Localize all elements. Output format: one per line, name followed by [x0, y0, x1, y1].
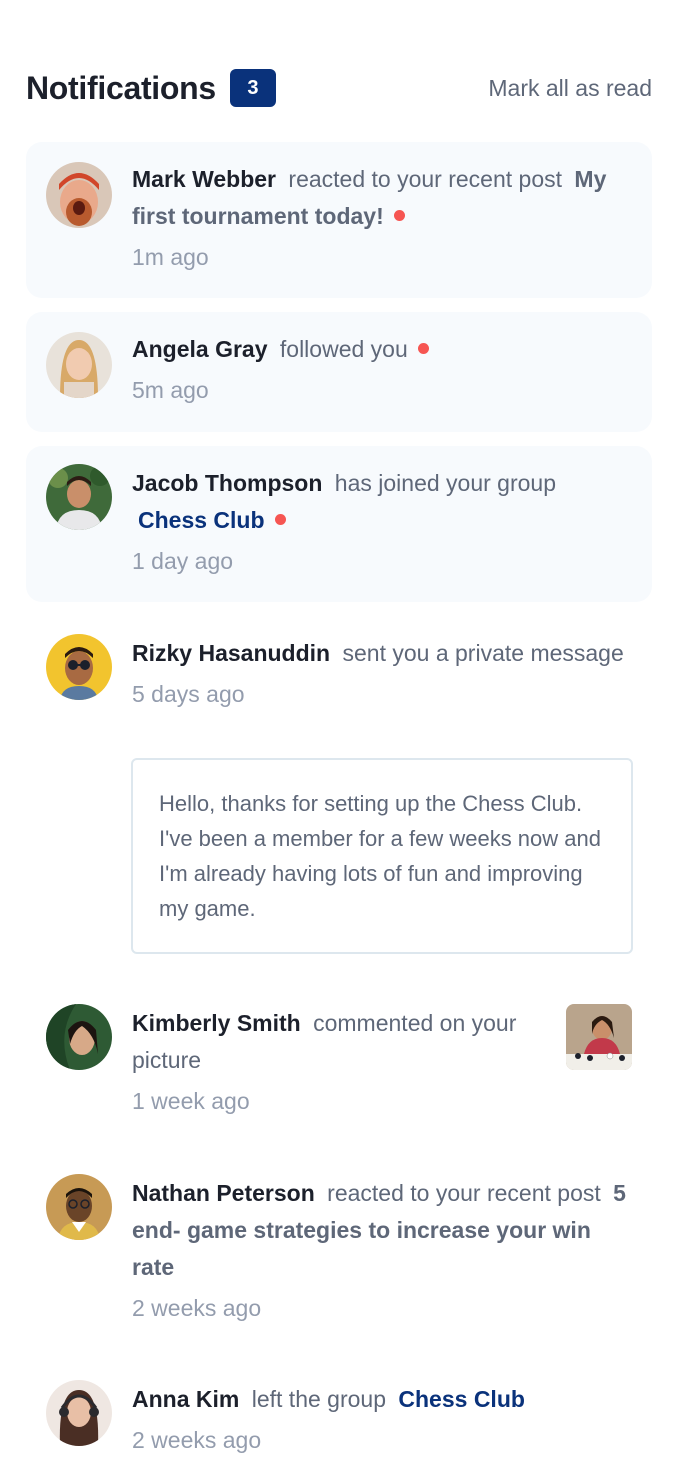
notification-item[interactable]: Kimberly Smith commented on your picture… — [26, 986, 652, 1126]
notification-text: Rizky Hasanuddin sent you a private mess… — [132, 635, 632, 672]
notification-body: Jacob Thompson has joined your group Che… — [132, 465, 632, 577]
avatar-rizky-hasanuddin[interactable] — [46, 634, 112, 700]
avatar-jacob-thompson[interactable] — [46, 464, 112, 530]
notification-time: 1 week ago — [132, 1088, 250, 1114]
private-message-preview[interactable]: Hello, thanks for setting up the Chess C… — [131, 758, 633, 954]
notification-action: followed you — [279, 336, 408, 362]
notification-item[interactable]: Jacob Thompson has joined your group Che… — [26, 446, 652, 602]
notification-body: Mark Webber reacted to your recent post … — [132, 161, 632, 273]
user-name-link[interactable]: Anna Kim — [132, 1386, 239, 1412]
user-name-link[interactable]: Jacob Thompson — [132, 470, 322, 496]
user-name-link[interactable]: Nathan Peterson — [132, 1180, 315, 1206]
unread-dot — [417, 343, 429, 355]
notification-time: 5 days ago — [132, 681, 245, 707]
avatar-nathan-peterson[interactable] — [46, 1174, 112, 1240]
notification-action: left the group — [251, 1386, 386, 1412]
chess-picture-image — [566, 1004, 632, 1070]
commented-picture-thumbnail[interactable] — [566, 1004, 632, 1070]
notification-text: Anna Kim left the group Chess Club — [132, 1381, 632, 1418]
avatar-jacob-thompson-image — [46, 464, 112, 530]
avatar-anna-kim[interactable] — [46, 1380, 112, 1446]
avatar-kimberly-smith[interactable] — [46, 1004, 112, 1070]
group-name-link[interactable]: Chess Club — [138, 507, 265, 533]
page-title: Notifications — [26, 69, 216, 106]
notification-time: 5m ago — [132, 377, 209, 403]
avatar-kimberly-smith-image — [46, 1004, 112, 1070]
notification-text: Angela Gray followed you — [132, 331, 632, 368]
notification-body: Angela Gray followed you 5m ago — [132, 331, 632, 406]
notification-body: Rizky Hasanuddin sent you a private mess… — [132, 635, 632, 710]
user-name-link[interactable]: Rizky Hasanuddin — [132, 640, 330, 666]
notification-item[interactable]: Rizky Hasanuddin sent you a private mess… — [26, 616, 652, 956]
avatar-rizky-hasanuddin-image — [46, 634, 112, 700]
notifications-page: Notifications 3 Mark all as read Mark We… — [0, 0, 678, 1468]
notification-action: has joined your group — [334, 470, 557, 496]
notification-body: Anna Kim left the group Chess Club 2 wee… — [132, 1381, 632, 1456]
notification-item[interactable]: Nathan Peterson reacted to your recent p… — [26, 1156, 652, 1346]
avatar-mark-webber-image — [46, 162, 112, 228]
notification-item[interactable]: Mark Webber reacted to your recent post … — [26, 142, 652, 298]
notification-action: sent you a private message — [342, 640, 624, 666]
notification-body: Kimberly Smith commented on your picture… — [132, 1005, 552, 1117]
notifications-header: Notifications 3 Mark all as read — [26, 62, 652, 114]
notification-item[interactable]: Anna Kim left the group Chess Club 2 wee… — [26, 1362, 652, 1468]
notification-text: Nathan Peterson reacted to your recent p… — [132, 1175, 632, 1286]
notification-item[interactable]: Angela Gray followed you 5m ago — [26, 312, 652, 432]
notification-time: 2 weeks ago — [132, 1427, 262, 1453]
unread-count-badge: 3 — [229, 69, 276, 107]
mark-all-as-read-button[interactable]: Mark all as read — [488, 75, 652, 102]
header-title-group: Notifications 3 — [26, 69, 276, 107]
notification-body: Nathan Peterson reacted to your recent p… — [132, 1175, 632, 1324]
user-name-link[interactable]: Angela Gray — [132, 336, 268, 362]
notification-time: 2 weeks ago — [132, 1295, 262, 1321]
avatar-anna-kim-image — [46, 1380, 112, 1446]
unread-dot — [393, 210, 405, 222]
notification-time: 1 day ago — [132, 548, 234, 574]
avatar-mark-webber[interactable] — [46, 162, 112, 228]
notification-text: Mark Webber reacted to your recent post … — [132, 161, 632, 235]
notification-text: Kimberly Smith commented on your picture — [132, 1005, 552, 1079]
avatar-nathan-peterson-image — [46, 1174, 112, 1240]
notification-action: reacted to your recent post — [288, 166, 563, 192]
notification-action: reacted to your recent post — [327, 1180, 601, 1206]
group-name-link[interactable]: Chess Club — [398, 1386, 525, 1412]
notification-time: 1m ago — [132, 244, 209, 270]
notification-text: Jacob Thompson has joined your group Che… — [132, 465, 632, 539]
avatar-angela-gray-image — [46, 332, 112, 398]
avatar-angela-gray[interactable] — [46, 332, 112, 398]
user-name-link[interactable]: Mark Webber — [132, 166, 276, 192]
unread-dot — [274, 514, 286, 526]
user-name-link[interactable]: Kimberly Smith — [132, 1010, 301, 1036]
